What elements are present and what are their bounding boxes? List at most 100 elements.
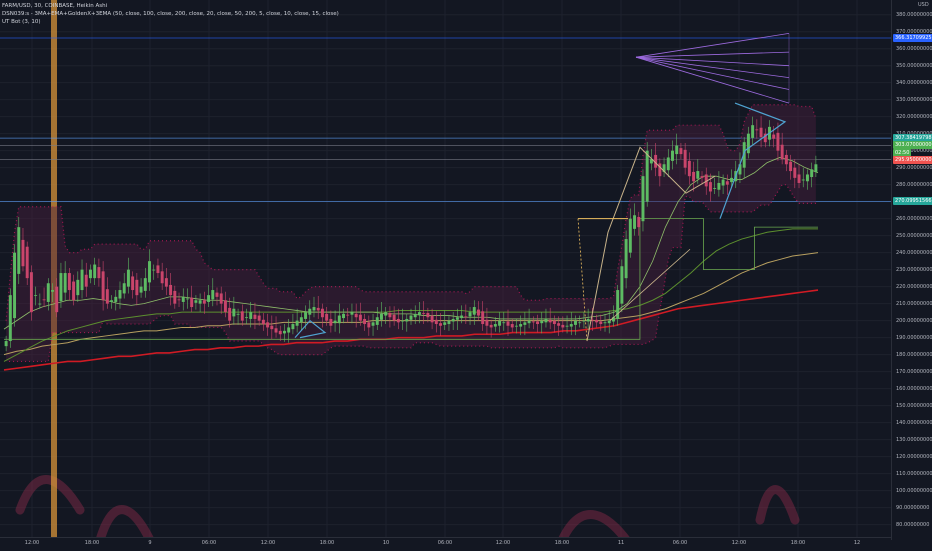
symbol-legend[interactable]: FARM/USD, 30, COINBASE, Heikin Ashi bbox=[2, 2, 339, 10]
candle-body bbox=[430, 315, 434, 323]
candle-body bbox=[312, 307, 316, 311]
candle-body bbox=[101, 271, 105, 301]
candle-body bbox=[552, 320, 556, 325]
fan-line bbox=[635, 51, 790, 58]
utbot-indicator-legend[interactable]: UT Bot (3, 10) bbox=[2, 18, 339, 26]
candle-body bbox=[396, 318, 400, 323]
candle-body bbox=[93, 264, 97, 279]
candle-body bbox=[249, 312, 253, 319]
candle-body bbox=[485, 319, 489, 326]
price-tick-label: 80.00000000 bbox=[896, 521, 930, 528]
candle-body bbox=[240, 311, 244, 321]
candle-body bbox=[645, 150, 649, 202]
candle-body bbox=[59, 273, 63, 302]
candle-body bbox=[388, 312, 392, 318]
candle-body bbox=[565, 325, 569, 327]
candle-body bbox=[46, 283, 50, 302]
candle-body bbox=[135, 279, 139, 296]
candle-body bbox=[413, 313, 417, 318]
candle-body bbox=[253, 314, 257, 319]
candle-body bbox=[392, 314, 396, 321]
time-tick-label: 18:00 bbox=[84, 540, 100, 546]
candle-body bbox=[633, 215, 637, 229]
candle-body bbox=[34, 295, 38, 296]
candle-body bbox=[76, 279, 80, 296]
candle-body bbox=[519, 324, 523, 327]
candle-body bbox=[574, 320, 577, 325]
price-tick-label: 380.00000000 bbox=[896, 11, 932, 18]
fan-line bbox=[635, 33, 790, 58]
candle-body bbox=[156, 265, 160, 274]
chart-canvas[interactable]: FARM/USD, 30, COINBASE, Heikin Ashi DSN0… bbox=[0, 0, 891, 540]
price-tick-label: 260.00000000 bbox=[896, 215, 932, 222]
price-tick-label: 100.00000000 bbox=[896, 487, 932, 494]
candle-body bbox=[624, 239, 628, 279]
candle-body bbox=[746, 133, 750, 154]
time-tick-label: 12:00 bbox=[260, 540, 276, 546]
candle-body bbox=[683, 149, 687, 168]
candle-body bbox=[696, 171, 700, 179]
candle-body bbox=[523, 322, 527, 325]
candle-body bbox=[772, 134, 776, 139]
candle-body bbox=[409, 315, 413, 320]
candle-body bbox=[730, 177, 734, 183]
candle-body bbox=[675, 145, 679, 155]
candle-body bbox=[422, 312, 426, 314]
candle-body bbox=[700, 176, 704, 178]
price-tick-label: 120.00000000 bbox=[896, 453, 932, 460]
ma-indicator-legend[interactable]: DSN039:s - 3MA+EMA+GoldenX+3EMA (50, clo… bbox=[2, 10, 339, 18]
candle-body bbox=[287, 327, 291, 333]
price-axis[interactable]: USD 380.00000000 370.00000000 360.00000000… bbox=[891, 0, 932, 540]
candle-body bbox=[481, 311, 485, 325]
price-chart[interactable] bbox=[0, 0, 891, 540]
candle-body bbox=[4, 341, 8, 347]
candle-body bbox=[266, 322, 270, 328]
price-tick-label: 130.00000000 bbox=[896, 436, 932, 443]
price-tick-label: 110.00000000 bbox=[896, 470, 932, 477]
candle-body bbox=[114, 296, 118, 302]
price-tick-label: 140.00000000 bbox=[896, 419, 932, 426]
candle-body bbox=[561, 324, 565, 328]
candle-body bbox=[304, 312, 308, 319]
candle-body bbox=[401, 320, 405, 322]
price-tick-label: 320.00000000 bbox=[896, 113, 932, 120]
candle-body bbox=[578, 322, 582, 324]
candle-body bbox=[139, 286, 143, 293]
time-tick-label: 10 bbox=[382, 540, 390, 546]
price-tick-label: 230.00000000 bbox=[896, 266, 932, 273]
time-axis[interactable]: 12:00 18:00 9 06:00 12:00 18:00 10 06:00 12:00 18… bbox=[0, 537, 891, 551]
candle-body bbox=[42, 299, 46, 301]
price-tick-label: 280.00000000 bbox=[896, 181, 932, 188]
candle-body bbox=[261, 319, 265, 325]
candle-body bbox=[143, 278, 147, 291]
candle-body bbox=[548, 319, 552, 323]
candle-body bbox=[342, 313, 345, 319]
time-tick-label: 12:00 bbox=[24, 540, 40, 546]
candle-body bbox=[51, 290, 54, 292]
price-tick-label: 200.00000000 bbox=[896, 317, 932, 324]
candle-body bbox=[599, 321, 603, 325]
candle-body bbox=[708, 182, 712, 192]
price-tick-label: 360.00000000 bbox=[896, 45, 932, 52]
candle-body bbox=[198, 300, 202, 304]
candle-body bbox=[63, 273, 67, 293]
price-tick-label: 190.00000000 bbox=[896, 334, 932, 341]
candle-body bbox=[375, 317, 379, 325]
candle-body bbox=[510, 324, 514, 328]
candle-body bbox=[464, 316, 468, 318]
time-tick-label: 06:00 bbox=[437, 540, 453, 546]
candle-body bbox=[713, 188, 717, 189]
candle-body bbox=[274, 328, 278, 333]
candle-body bbox=[194, 300, 198, 303]
candle-body bbox=[721, 179, 725, 186]
candle-body bbox=[582, 320, 586, 322]
candle-body bbox=[337, 315, 341, 324]
price-tick-label: 90.00000000 bbox=[896, 504, 930, 511]
candle-body bbox=[725, 181, 729, 185]
candle-body bbox=[223, 300, 227, 313]
candle-body bbox=[439, 323, 442, 326]
candle-body bbox=[38, 303, 42, 305]
price-tick-label: 240.00000000 bbox=[896, 249, 932, 256]
candle-body bbox=[776, 132, 780, 151]
fan-line bbox=[635, 56, 790, 90]
